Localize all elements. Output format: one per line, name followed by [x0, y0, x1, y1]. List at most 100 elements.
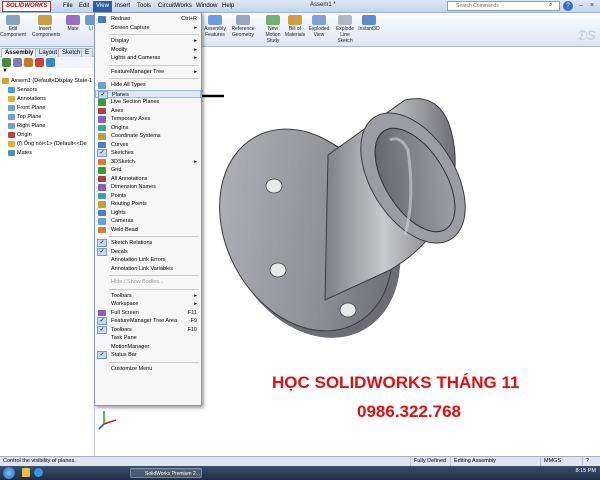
menu-item-routing-points[interactable]: Routing Points — [95, 200, 201, 209]
menu-separator — [109, 288, 199, 290]
tree-item[interactable]: Mates — [8, 149, 32, 158]
ribbon-button-explode-line[interactable]: Explode Line Sketch — [332, 15, 358, 44]
coord-icon — [98, 133, 106, 140]
taskbar-solidworks[interactable]: SolidWorks Premium 2... — [130, 468, 202, 478]
menu-item-sketches[interactable]: ✓ Sketches — [95, 149, 201, 158]
menu-item-coordinate-systems[interactable]: Coordinate Systems — [95, 132, 201, 141]
menu-shortcut: F9 — [190, 318, 197, 324]
close-icon[interactable]: × — [587, 1, 597, 11]
tree-item[interactable]: Right Plane — [8, 122, 45, 131]
ribbon-button-assembly-features[interactable]: Assembly Features — [202, 15, 228, 38]
menu-help[interactable]: Help — [219, 1, 237, 12]
menu-item-cameras[interactable]: Cameras — [95, 217, 201, 226]
menu-item-origins[interactable]: Origins — [95, 124, 201, 133]
menu-separator — [109, 361, 199, 363]
feature-tree-icon[interactable] — [2, 58, 11, 67]
menu-item-curves[interactable]: Curves — [95, 141, 201, 150]
menu-item-planes[interactable]: ✓ Planes — [95, 89, 201, 99]
dimxpert-icon[interactable] — [35, 58, 44, 67]
menu-circuitworks[interactable]: CircuitWorks — [155, 1, 195, 12]
menu-item-hide-show-bodies: Hide / Show Bodies... — [95, 278, 201, 287]
menu-item-motionmanager[interactable]: MotionManager — [95, 343, 201, 352]
bom-icon — [288, 15, 302, 25]
menu-item-live-section-planes[interactable]: Live Section Planes — [95, 98, 201, 107]
property-manager-icon[interactable] — [13, 58, 22, 67]
ribbon-button-reference-geometry[interactable]: Reference Geometry — [230, 15, 256, 38]
menu-item-dimension-names[interactable]: Dimension Names — [95, 183, 201, 192]
menu-tools[interactable]: Tools — [134, 1, 154, 12]
menu-item-points[interactable]: Points — [95, 192, 201, 201]
menu-item-featuremanager-tree[interactable]: FeatureManager Tree ▸ — [95, 68, 201, 77]
menu-item-display[interactable]: Display ▸ — [95, 37, 201, 46]
ribbon-button-exploded-view[interactable]: Exploded View — [306, 15, 332, 38]
menu-item-weld-bead[interactable]: Weld Bead — [95, 226, 201, 235]
menu-view[interactable]: View — [93, 1, 112, 12]
menu-item-all-annotations[interactable]: All Annotations — [95, 175, 201, 184]
tree-node-icon — [8, 86, 15, 93]
menu-item-grid[interactable]: Grid — [95, 166, 201, 175]
menu-item-label: Screen Capture — [111, 24, 150, 31]
menu-item-modify[interactable]: Modify ▸ — [95, 46, 201, 55]
menu-item-hide-all-types[interactable]: Hide All Types — [95, 81, 201, 90]
menu-window[interactable]: Window — [193, 1, 220, 12]
menu-item-featuremanager-tree-area[interactable]: ✓ FeatureManager Tree Area F9 — [95, 317, 201, 326]
tree-item[interactable]: Sensors — [8, 86, 37, 95]
tree-item[interactable]: Annotations — [8, 95, 46, 104]
fm-tab-e[interactable]: E — [81, 48, 94, 57]
menu-item-decals[interactable]: ✓ Decals — [95, 247, 201, 257]
solidworks-logo[interactable]: SOLIDWORKS — [2, 1, 52, 12]
menu-file[interactable]: File — [60, 1, 76, 12]
tree-item[interactable]: Origin — [8, 131, 32, 140]
tree-filter[interactable]: ▼ — [0, 68, 95, 76]
menu-item-task-pane[interactable]: Task Pane — [95, 334, 201, 343]
display-manager-icon[interactable] — [46, 58, 55, 67]
menu-item-label: MotionManager — [111, 343, 150, 350]
menu-insert[interactable]: Insert — [112, 1, 133, 12]
menu-item-sketch-relations[interactable]: ✓ Sketch Relations — [95, 239, 201, 248]
minimize-icon[interactable]: – — [576, 1, 586, 11]
explorer-icon[interactable] — [22, 468, 30, 477]
feature-tree: Assem1 (Default<Display State-1 Sensors An… — [0, 77, 95, 457]
menu-item-toolbars[interactable]: Toolbars ▸ — [95, 292, 201, 301]
graphics-area[interactable] — [200, 60, 600, 456]
filter-icon[interactable]: ▼ — [2, 68, 8, 74]
search-box[interactable]: ⌕ — [447, 1, 560, 11]
tree-item[interactable]: Top Plane — [8, 113, 41, 122]
menu-edit[interactable]: Edit — [76, 1, 92, 12]
help-icon[interactable]: ? — [563, 1, 573, 11]
ribbon-button-mate[interactable]: Mate — [60, 15, 86, 32]
tree-item[interactable]: Assem1 (Default<Display State-1 — [2, 77, 92, 86]
browser-icon[interactable] — [34, 468, 43, 477]
status-help-icon[interactable]: ? — [582, 457, 592, 466]
tree-item[interactable]: (f) Ống nối<1> (Default<<De — [8, 140, 87, 149]
search-icon[interactable]: ⌕ — [549, 2, 558, 10]
menu-item-lights[interactable]: Lights — [95, 209, 201, 218]
tree-item[interactable]: Front Plane — [8, 104, 45, 113]
menu-item-lights-and-cameras[interactable]: Lights and Cameras ▸ — [95, 54, 201, 63]
menu-item-annotation-link-errors[interactable]: Annotation Link Errors — [95, 256, 201, 265]
ribbon-button-instant3d[interactable]: Instant3D — [356, 15, 382, 32]
reference-geometry-icon — [236, 15, 250, 25]
flanged-bushing-model[interactable] — [200, 95, 487, 369]
configuration-icon[interactable] — [24, 58, 33, 67]
ribbon-button-edit-component[interactable]: Edit Component — [0, 15, 26, 38]
menu-item-full-screen[interactable]: Full Screen F11 — [95, 309, 201, 318]
menu-item-axes[interactable]: Axes — [95, 107, 201, 116]
ribbon-label: Reference Geometry — [231, 26, 255, 38]
ribbon-button-bom[interactable]: Bill of Materials — [282, 15, 308, 38]
ribbon-button-insert-components[interactable]: Insert Components — [32, 15, 60, 38]
menu-item-workspace[interactable]: Workspace ▸ — [95, 300, 201, 309]
menu-item-redraw[interactable]: Redraw Ctrl+R — [95, 15, 201, 24]
fm-tab-assembly[interactable]: Assembly — [1, 48, 38, 57]
search-input[interactable] — [448, 2, 548, 10]
start-button-icon[interactable] — [3, 467, 15, 479]
menu-item-annotation-link-variables[interactable]: Annotation Link Variables — [95, 265, 201, 274]
menu-item-status-bar[interactable]: ✓ Status Bar — [95, 351, 201, 360]
menu-shortcut: Ctrl+R — [181, 16, 197, 22]
menu-item-temporary-axes[interactable]: Temporary Axes — [95, 115, 201, 124]
menu-item-screen-capture[interactable]: Screen Capture ▸ — [95, 24, 201, 33]
units-selector[interactable]: MMGS — [540, 457, 564, 466]
menu-item-customize-menu[interactable]: Customize Menu — [95, 365, 201, 374]
menu-item-toolbars[interactable]: ✓ Toolbars F10 — [95, 325, 201, 335]
menu-item-3dsketch[interactable]: 3DSketch ▸ — [95, 158, 201, 167]
